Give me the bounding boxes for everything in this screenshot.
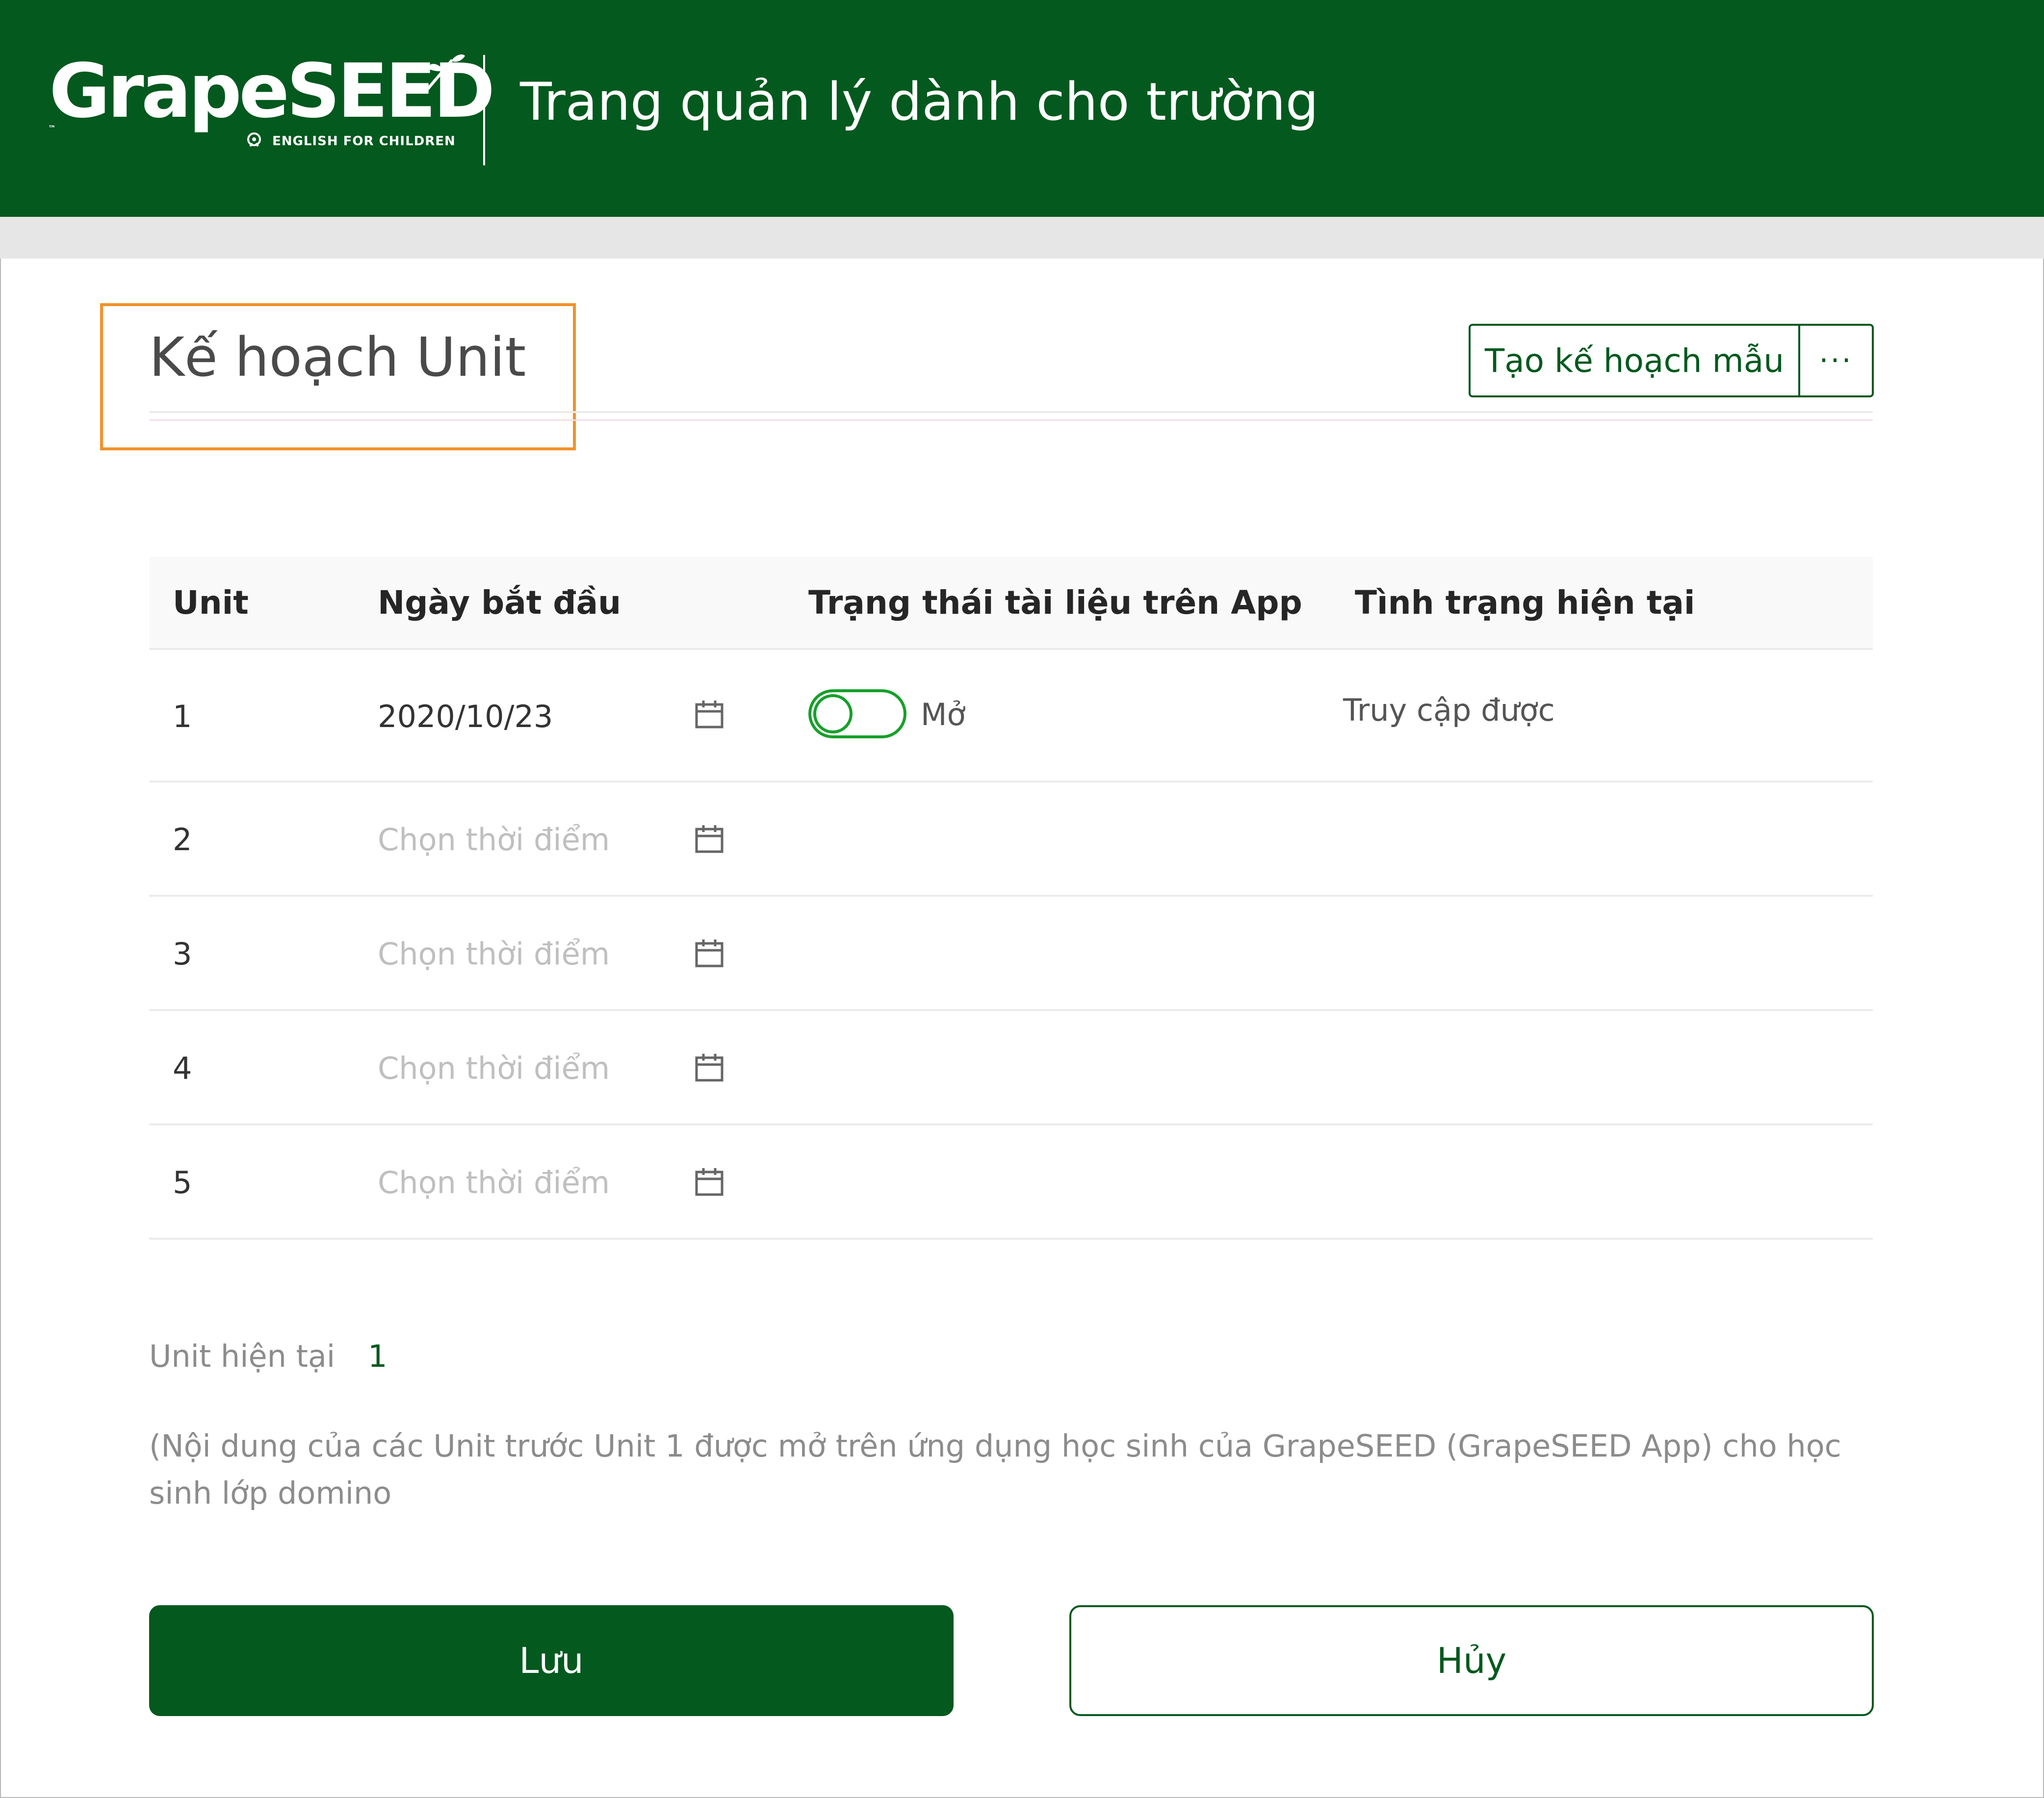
logo-tagline: ENGLISH FOR CHILDREN (272, 134, 456, 149)
unit-number: 2 (173, 822, 192, 858)
current-status-value: Truy cập được (1343, 692, 1555, 728)
portal-title: Trang quản lý dành cho trường (520, 72, 1319, 132)
start-date-input[interactable]: Chọn thời điểm (378, 1125, 610, 1240)
unit-number: 1 (173, 698, 192, 734)
calendar-icon[interactable] (694, 782, 725, 895)
column-header-current-status: Tình trạng hiện tại (1355, 583, 1695, 622)
unit-number: 3 (173, 936, 192, 972)
column-header-app-status: Trạng thái tài liệu trên App (808, 583, 1302, 622)
unit-number: 5 (173, 1165, 192, 1200)
headset-icon (247, 132, 261, 147)
table-row: 2 Chọn thời điểm (149, 782, 1873, 897)
more-options-button[interactable]: ··· (1800, 326, 1872, 395)
cancel-button[interactable]: Hủy (1069, 1605, 1874, 1716)
header-sub-strip (0, 217, 2044, 259)
column-header-unit: Unit (173, 583, 249, 622)
title-divider-accent (149, 419, 1873, 421)
start-date-input[interactable]: Chọn thời điểm (378, 1011, 610, 1125)
calendar-icon[interactable] (694, 1011, 725, 1123)
toggle-label: Mở (921, 696, 966, 732)
calendar-icon[interactable] (694, 650, 725, 779)
unit-plan-table: Unit Ngày bắt đầu Trạng thái tài liệu tr… (149, 557, 1873, 1240)
start-date-input[interactable]: Chọn thời điểm (378, 897, 610, 1011)
sprout-icon (425, 54, 465, 92)
current-unit-label: Unit hiện tại (149, 1338, 336, 1374)
current-unit-value: 1 (368, 1338, 388, 1374)
title-divider (149, 411, 1873, 413)
template-button-group: Tạo kế hoạch mẫu ··· (1469, 324, 1874, 397)
calendar-icon[interactable] (694, 1125, 725, 1238)
app-header: ™ GrapeSEED ENGLISH FOR CHILDREN Trang q… (0, 0, 2044, 217)
page-title: Kế hoạch Unit (149, 326, 526, 389)
grapeseed-logo[interactable]: ™ GrapeSEED ENGLISH FOR CHILDREN (48, 54, 495, 157)
create-template-button[interactable]: Tạo kế hoạch mẫu (1471, 326, 1800, 395)
start-date-input[interactable]: 2020/10/23 (378, 650, 553, 782)
table-row: 3 Chọn thời điểm (149, 897, 1873, 1011)
save-button[interactable]: Lưu (149, 1605, 954, 1716)
table-row: 4 Chọn thời điểm (149, 1011, 1873, 1125)
unit-number: 4 (173, 1050, 192, 1086)
calendar-icon[interactable] (694, 897, 725, 1009)
app-material-toggle[interactable] (808, 689, 906, 738)
start-date-input[interactable]: Chọn thời điểm (378, 782, 610, 897)
unit-note: (Nội dung của các Unit trước Unit 1 được… (149, 1428, 1841, 1511)
table-row: 5 Chọn thời điểm (149, 1125, 1873, 1240)
column-header-start-date: Ngày bắt đầu (378, 583, 621, 622)
table-row: 1 2020/10/23 Mở Truy cập được (149, 650, 1873, 782)
header-divider (483, 55, 485, 165)
table-header: Unit Ngày bắt đầu Trạng thái tài liệu tr… (149, 557, 1873, 650)
toggle-knob (813, 694, 853, 733)
